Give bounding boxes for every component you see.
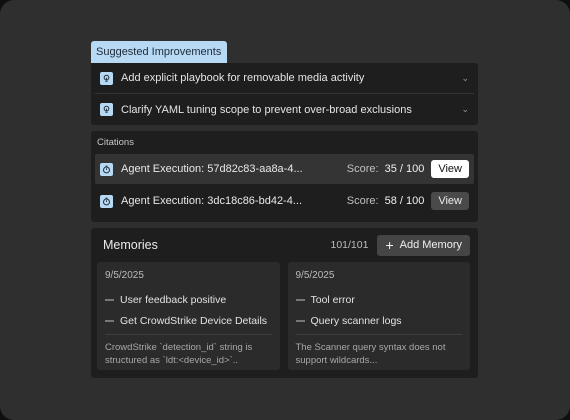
- citation-name: Agent Execution: 3dc18c86-bd42-4...: [121, 195, 303, 207]
- memory-tag-label: User feedback positive: [120, 293, 227, 306]
- citations-section: Citations Agent Execution: 57d82c83-aa8a…: [91, 131, 478, 222]
- memories-section: Memories 101/101 + Add Memory 9/5/2025 U…: [91, 228, 478, 378]
- timer-icon: [100, 194, 113, 208]
- memory-cards: 9/5/2025 User feedback positive Get Crow…: [97, 262, 470, 370]
- memory-card[interactable]: 9/5/2025 User feedback positive Get Crow…: [97, 262, 280, 370]
- dash-icon: [295, 319, 305, 322]
- citation-name: Agent Execution: 57d82c83-aa8a-4...: [121, 163, 303, 175]
- dash-icon: [105, 298, 114, 301]
- memories-header: Memories 101/101 + Add Memory: [97, 234, 470, 256]
- improvement-item[interactable]: Add explicit playbook for removable medi…: [95, 63, 474, 94]
- score-label: Score:: [346, 163, 379, 175]
- score-value: 58 / 100: [384, 195, 425, 207]
- timer-icon: [100, 162, 113, 176]
- lightbulb-icon: [100, 103, 113, 116]
- memory-description: The Scanner query syntax does not suppor…: [295, 342, 446, 366]
- memory-tag-label: Get CrowdStrike Device Details: [120, 314, 268, 327]
- dash-icon: [295, 298, 305, 301]
- score-label: Score:: [346, 195, 379, 207]
- improvement-text: Add explicit playbook for removable medi…: [121, 72, 365, 84]
- memory-tag: Get CrowdStrike Device Details: [105, 310, 272, 331]
- divider: [295, 334, 462, 335]
- citation-row[interactable]: Agent Execution: 3dc18c86-bd42-4... Scor…: [95, 186, 474, 216]
- chevron-down-icon[interactable]: ⌄: [461, 73, 469, 84]
- memories-title: Memories: [103, 238, 158, 252]
- improvement-text: Clarify YAML tuning scope to prevent ove…: [121, 103, 412, 116]
- citations-title: Citations: [97, 137, 134, 148]
- memory-tag-label: Query scanner logs: [310, 314, 402, 327]
- memory-tag-label: Tool error: [310, 293, 355, 306]
- dash-icon: [105, 319, 114, 322]
- app-window: Suggested Improvements Add explicit play…: [0, 0, 570, 420]
- memory-date: 9/5/2025: [295, 270, 335, 281]
- main-content: Suggested Improvements Add explicit play…: [91, 41, 478, 378]
- view-button[interactable]: View: [431, 192, 469, 210]
- memory-tag: Tool error: [295, 289, 463, 310]
- lightbulb-icon: [100, 71, 113, 85]
- add-memory-button[interactable]: + Add Memory: [377, 234, 470, 256]
- memory-date: 9/5/2025: [105, 270, 144, 281]
- citation-row[interactable]: Agent Execution: 57d82c83-aa8a-4... Scor…: [95, 154, 474, 184]
- suggested-improvements-section: Suggested Improvements Add explicit play…: [91, 41, 478, 125]
- improvements-list: Add explicit playbook for removable medi…: [91, 63, 478, 125]
- chevron-down-icon[interactable]: ⌄: [461, 104, 469, 115]
- view-button[interactable]: View: [431, 160, 469, 178]
- score-value: 35 / 100: [384, 163, 425, 175]
- improvement-item[interactable]: Clarify YAML tuning scope to prevent ove…: [95, 94, 474, 125]
- plus-icon: +: [385, 237, 394, 253]
- memory-description: CrowdStrike `detection_id` string is str…: [105, 342, 253, 366]
- suggested-improvements-tab: Suggested Improvements: [91, 41, 228, 63]
- memory-card[interactable]: 9/5/2025 Tool error Query scanner logs T…: [287, 262, 470, 370]
- memory-tag: User feedback positive: [105, 289, 272, 310]
- memory-tag: Query scanner logs: [295, 310, 463, 331]
- add-memory-label: Add Memory: [399, 239, 462, 251]
- memories-count: 101/101: [330, 239, 369, 251]
- divider: [105, 334, 272, 335]
